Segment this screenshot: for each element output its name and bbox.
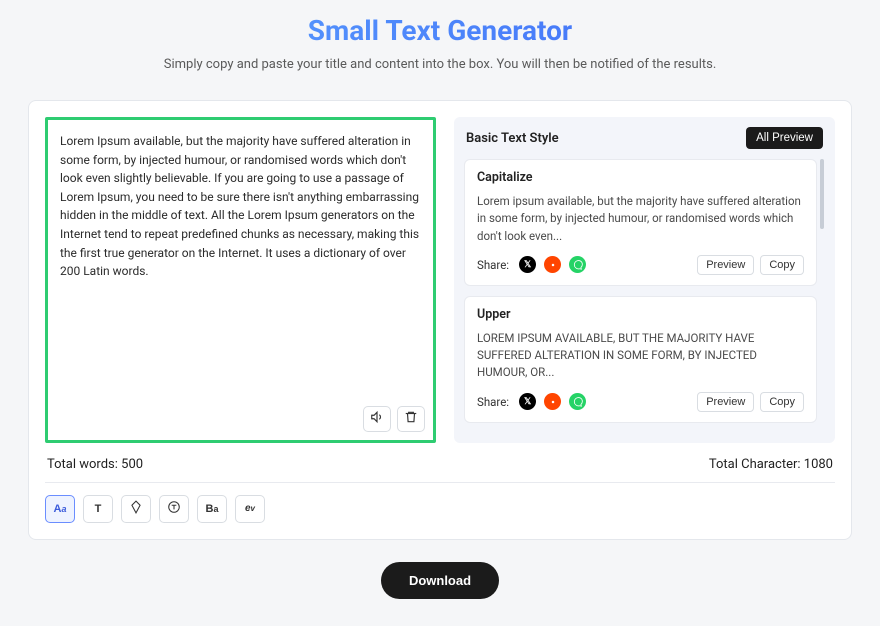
style-footer: Share: 𝕏 Preview Copy bbox=[477, 255, 804, 275]
reddit-icon[interactable] bbox=[544, 393, 561, 410]
main-textarea[interactable]: Lorem Ipsum available, but the majority … bbox=[60, 132, 421, 400]
char-count-value: 1080 bbox=[804, 457, 833, 472]
aa-icon: Aa bbox=[54, 503, 67, 515]
style-buttons: Preview Copy bbox=[697, 392, 804, 412]
ba-icon: Ba bbox=[206, 503, 219, 515]
style-name: Upper bbox=[477, 307, 804, 322]
style-name: Capitalize bbox=[477, 170, 804, 185]
style-card-upper: Upper LOREM IPSUM AVAILABLE, BUT THE MAJ… bbox=[464, 296, 817, 423]
sound-button[interactable] bbox=[363, 406, 391, 432]
tool-diamond[interactable] bbox=[121, 495, 151, 523]
clear-button[interactable] bbox=[397, 406, 425, 432]
tool-ev[interactable]: ev bbox=[235, 495, 265, 523]
style-list: Capitalize Lorem ipsum available, but th… bbox=[464, 159, 825, 433]
tool-circle-t[interactable] bbox=[159, 495, 189, 523]
copy-button[interactable]: Copy bbox=[760, 255, 804, 275]
char-count-label: Total Character: bbox=[709, 457, 804, 472]
style-text: Lorem ipsum available, but the majority … bbox=[477, 193, 804, 245]
whatsapp-icon[interactable] bbox=[569, 393, 586, 410]
output-title: Basic Text Style bbox=[466, 131, 559, 146]
reddit-icon[interactable] bbox=[544, 256, 561, 273]
share-label: Share: bbox=[477, 395, 509, 409]
tool-aa[interactable]: Aa bbox=[45, 495, 75, 523]
x-icon[interactable]: 𝕏 bbox=[519, 393, 536, 410]
copy-button[interactable]: Copy bbox=[760, 392, 804, 412]
input-panel: Lorem Ipsum available, but the majority … bbox=[45, 117, 436, 443]
x-icon[interactable]: 𝕏 bbox=[519, 256, 536, 273]
scrollbar-thumb[interactable] bbox=[820, 159, 824, 229]
page-subtitle: Simply copy and paste your title and con… bbox=[0, 57, 880, 72]
format-toolbar: Aa T Ba ev bbox=[45, 495, 835, 523]
tool-ba[interactable]: Ba bbox=[197, 495, 227, 523]
word-count-label: Total words: bbox=[47, 457, 121, 472]
share-row: Share: 𝕏 bbox=[477, 256, 586, 273]
trash-icon bbox=[404, 410, 418, 427]
output-header: Basic Text Style All Preview bbox=[464, 127, 825, 149]
whatsapp-icon[interactable] bbox=[569, 256, 586, 273]
sound-icon bbox=[370, 410, 384, 427]
preview-button[interactable]: Preview bbox=[697, 255, 754, 275]
diamond-icon bbox=[129, 500, 143, 517]
word-count: Total words: 500 bbox=[47, 457, 143, 472]
tool-t[interactable]: T bbox=[83, 495, 113, 523]
share-label: Share: bbox=[477, 258, 509, 272]
ev-icon: ev bbox=[245, 503, 255, 514]
download-row: Download bbox=[0, 562, 880, 599]
download-button[interactable]: Download bbox=[381, 562, 499, 599]
style-text: LOREM IPSUM AVAILABLE, BUT THE MAJORITY … bbox=[477, 330, 804, 382]
all-preview-button[interactable]: All Preview bbox=[746, 127, 823, 149]
panels: Lorem Ipsum available, but the majority … bbox=[45, 117, 835, 443]
t-icon: T bbox=[95, 503, 102, 515]
preview-button[interactable]: Preview bbox=[697, 392, 754, 412]
style-buttons: Preview Copy bbox=[697, 255, 804, 275]
style-footer: Share: 𝕏 Preview Copy bbox=[477, 392, 804, 412]
style-card-capitalize: Capitalize Lorem ipsum available, but th… bbox=[464, 159, 817, 286]
share-row: Share: 𝕏 bbox=[477, 393, 586, 410]
word-count-value: 500 bbox=[121, 457, 143, 472]
input-actions bbox=[363, 406, 425, 432]
stats-row: Total words: 500 Total Character: 1080 bbox=[45, 457, 835, 483]
circle-t-icon bbox=[167, 500, 181, 517]
char-count: Total Character: 1080 bbox=[709, 457, 833, 472]
page-title: Small Text Generator bbox=[0, 14, 880, 47]
main-card: Lorem Ipsum available, but the majority … bbox=[28, 100, 852, 540]
output-panel: Basic Text Style All Preview Capitalize … bbox=[454, 117, 835, 443]
